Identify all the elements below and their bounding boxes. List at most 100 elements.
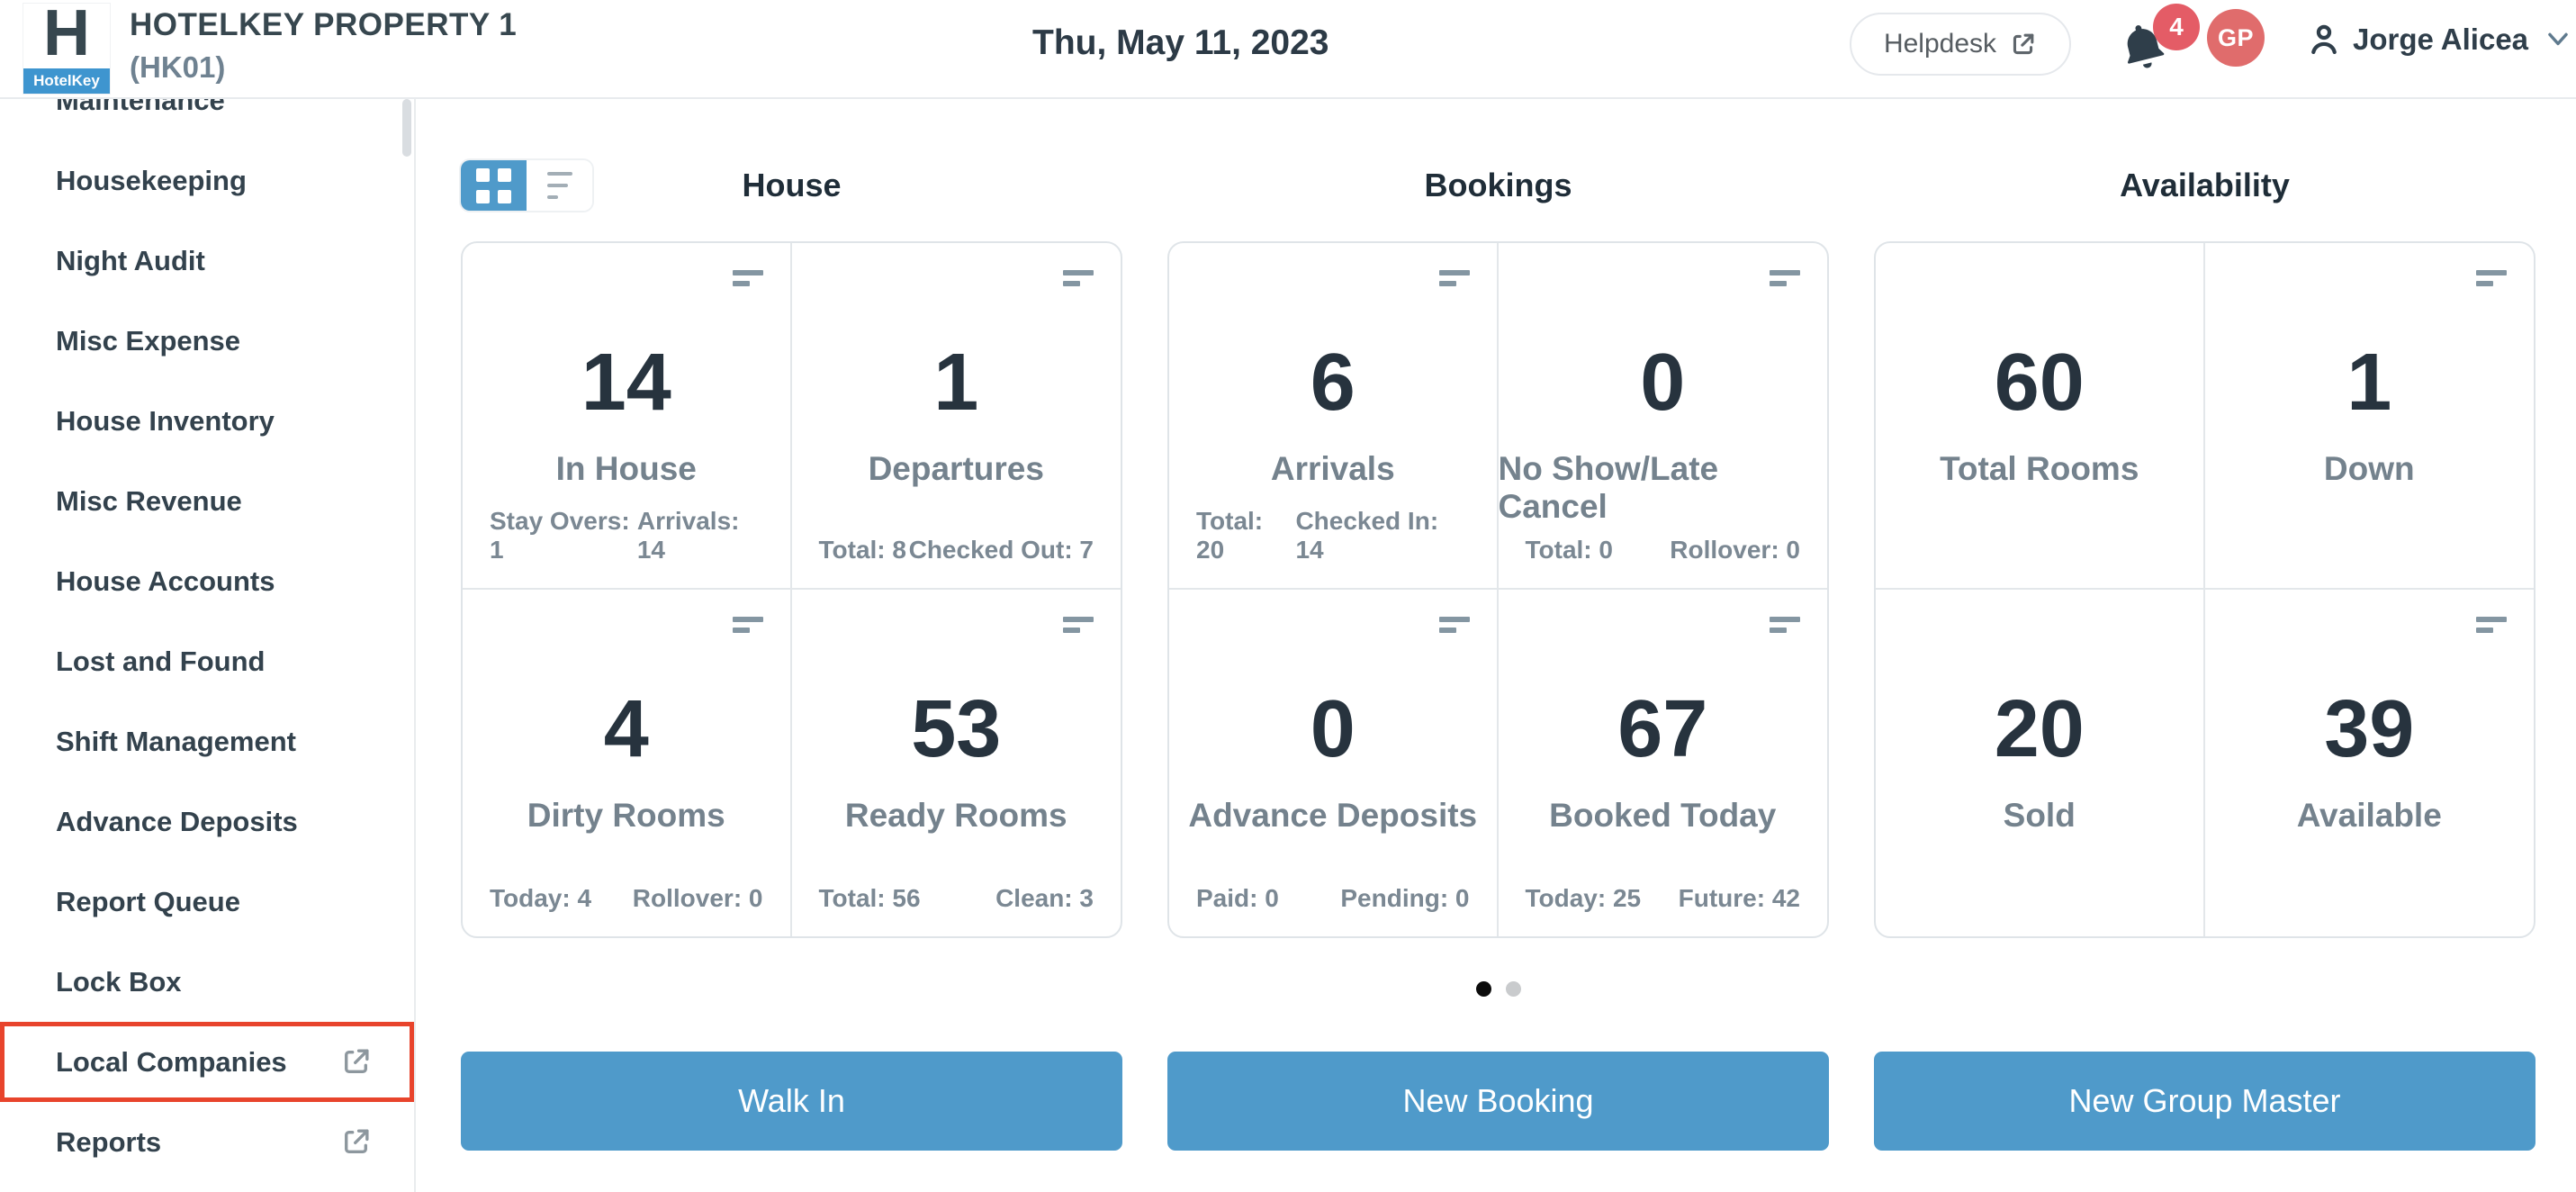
sidebar-item-misc-revenue[interactable]: Misc Revenue (0, 461, 414, 541)
sidebar-item-advance-deposits[interactable]: Advance Deposits (0, 781, 414, 862)
card-ready-rooms[interactable]: 53 Ready Rooms Total: 56 Clean: 3 (792, 590, 1121, 936)
sidebar-nav: Maintenance Housekeeping Night Audit Mis… (0, 99, 414, 1182)
sidebar-scrollbar[interactable] (402, 99, 411, 157)
sidebar-item-label: Shift Management (56, 726, 296, 758)
external-link-icon (339, 1045, 373, 1079)
card-total-rooms[interactable]: 60 Total Rooms (1876, 243, 2205, 590)
card-label: Advance Deposits (1188, 797, 1477, 835)
card-stat-right: Rollover: 0 (633, 884, 763, 913)
helpdesk-button[interactable]: Helpdesk (1850, 13, 2071, 76)
sidebar-item-reports[interactable]: Reports (0, 1102, 414, 1182)
sidebar-item-misc-expense[interactable]: Misc Expense (0, 301, 414, 381)
card-dirty-rooms[interactable]: 4 Dirty Rooms Today: 4 Rollover: 0 (463, 590, 792, 936)
card-stats: Total: 0 Rollover: 0 (1526, 536, 1801, 564)
details-icon (733, 617, 763, 633)
card-stat-right: Pending: 0 (1340, 884, 1469, 913)
card-label: Dirty Rooms (527, 797, 725, 835)
sidebar-item-local-companies[interactable]: Local Companies (0, 1022, 414, 1102)
card-stats: Total: 8 Checked Out: 7 (819, 536, 1094, 564)
sidebar-item-house-accounts[interactable]: House Accounts (0, 541, 414, 621)
card-booked-today[interactable]: 67 Booked Today Today: 25 Future: 42 (1499, 590, 1828, 936)
hotelkey-logo[interactable]: H HotelKey (23, 4, 110, 94)
section-title-bookings: Bookings (1167, 160, 1829, 211)
card-down[interactable]: 1 Down (2205, 243, 2535, 590)
card-label: Down (2324, 450, 2415, 488)
card-stat-left: Total: 20 (1196, 507, 1295, 564)
card-stat-left: Total: 8 (819, 536, 906, 564)
card-stat-right: Future: 42 (1679, 884, 1800, 913)
card-label: Departures (869, 450, 1044, 488)
card-departures[interactable]: 1 Departures Total: 8 Checked Out: 7 (792, 243, 1121, 590)
sidebar-item-night-audit[interactable]: Night Audit (0, 221, 414, 301)
card-no-show-late-cancel[interactable]: 0 No Show/Late Cancel Total: 0 Rollover:… (1499, 243, 1828, 590)
card-label: Ready Rooms (845, 797, 1067, 835)
details-icon (1063, 270, 1094, 286)
external-link-icon (2009, 31, 2037, 59)
logo-brand-label: HotelKey (23, 68, 110, 94)
card-value: 20 (1995, 689, 2085, 770)
card-sold[interactable]: 20 Sold (1876, 590, 2205, 936)
sidebar-item-lost-and-found[interactable]: Lost and Found (0, 621, 414, 701)
walk-in-button[interactable]: Walk In (461, 1052, 1122, 1151)
card-label: Total Rooms (1940, 450, 2139, 488)
logo-letter: H (23, 0, 110, 63)
card-stat-left: Paid: 0 (1196, 884, 1279, 913)
card-value: 6 (1311, 342, 1356, 423)
bookings-card-grid: 6 Arrivals Total: 20 Checked In: 14 0 No… (1167, 241, 1829, 938)
card-in-house[interactable]: 14 In House Stay Overs: 1 Arrivals: 14 (463, 243, 792, 590)
property-name: HOTELKEY PROPERTY 1 (130, 7, 517, 43)
card-label: Available (2297, 797, 2442, 835)
sidebar-item-label: Maintenance (56, 99, 225, 117)
sidebar-item-label: Reports (56, 1126, 161, 1159)
availability-card-grid: 60 Total Rooms 1 Down 20 Sold 39 Availab… (1874, 241, 2535, 938)
sidebar-item-label: Night Audit (56, 245, 205, 277)
helpdesk-label: Helpdesk (1884, 29, 1996, 59)
user-name: Jorge Alicea (2353, 23, 2528, 57)
avatar[interactable]: GP (2207, 9, 2265, 67)
details-icon (2476, 617, 2507, 633)
sidebar-item-shift-management[interactable]: Shift Management (0, 701, 414, 781)
new-booking-button[interactable]: New Booking (1167, 1052, 1829, 1151)
sidebar-item-housekeeping[interactable]: Housekeeping (0, 140, 414, 221)
notification-count-badge: 4 (2153, 4, 2200, 50)
user-menu[interactable]: Jorge Alicea (2304, 13, 2573, 67)
top-header: H HotelKey HOTELKEY PROPERTY 1 (HK01) Th… (0, 0, 2576, 99)
card-stats: Paid: 0 Pending: 0 (1196, 884, 1470, 913)
card-stats: Today: 25 Future: 42 (1526, 884, 1801, 913)
card-advance-deposits[interactable]: 0 Advance Deposits Paid: 0 Pending: 0 (1169, 590, 1499, 936)
card-stats: Stay Overs: 1 Arrivals: 14 (490, 507, 763, 564)
details-icon (2476, 270, 2507, 286)
sidebar-item-label: Lock Box (56, 966, 182, 998)
pagination-dot-1[interactable] (1476, 981, 1491, 997)
card-label: In House (556, 450, 697, 488)
card-value: 4 (604, 689, 649, 770)
sidebar-item-label: Local Companies (56, 1046, 287, 1079)
section-title-availability: Availability (1874, 160, 2535, 211)
card-value: 39 (2324, 689, 2414, 770)
sidebar-item-label: Housekeeping (56, 165, 247, 197)
sidebar-item-label: Advance Deposits (56, 806, 298, 838)
card-value: 14 (581, 342, 671, 423)
new-group-master-button[interactable]: New Group Master (1874, 1052, 2535, 1151)
pagination-dot-2[interactable] (1506, 981, 1521, 997)
card-label: No Show/Late Cancel (1499, 450, 1828, 526)
card-value: 60 (1995, 342, 2085, 423)
card-label: Sold (2004, 797, 2076, 835)
card-available[interactable]: 39 Available (2205, 590, 2535, 936)
card-stats: Today: 4 Rollover: 0 (490, 884, 763, 913)
details-icon (1770, 617, 1800, 633)
external-link-icon (339, 1125, 373, 1159)
sidebar-item-report-queue[interactable]: Report Queue (0, 862, 414, 942)
sidebar-item-maintenance[interactable]: Maintenance (0, 99, 414, 140)
card-stat-right: Checked In: 14 (1295, 507, 1469, 564)
section-title-house: House (461, 160, 1122, 211)
business-date: Thu, May 11, 2023 (1032, 23, 1329, 63)
sidebar-item-label: House Inventory (56, 405, 275, 438)
card-stats: Total: 56 Clean: 3 (819, 884, 1094, 913)
card-stat-left: Today: 25 (1526, 884, 1642, 913)
sidebar-item-house-inventory[interactable]: House Inventory (0, 381, 414, 461)
sidebar-item-lock-box[interactable]: Lock Box (0, 942, 414, 1022)
card-value: 0 (1640, 342, 1685, 423)
card-stat-right: Arrivals: 14 (637, 507, 763, 564)
card-arrivals[interactable]: 6 Arrivals Total: 20 Checked In: 14 (1169, 243, 1499, 590)
